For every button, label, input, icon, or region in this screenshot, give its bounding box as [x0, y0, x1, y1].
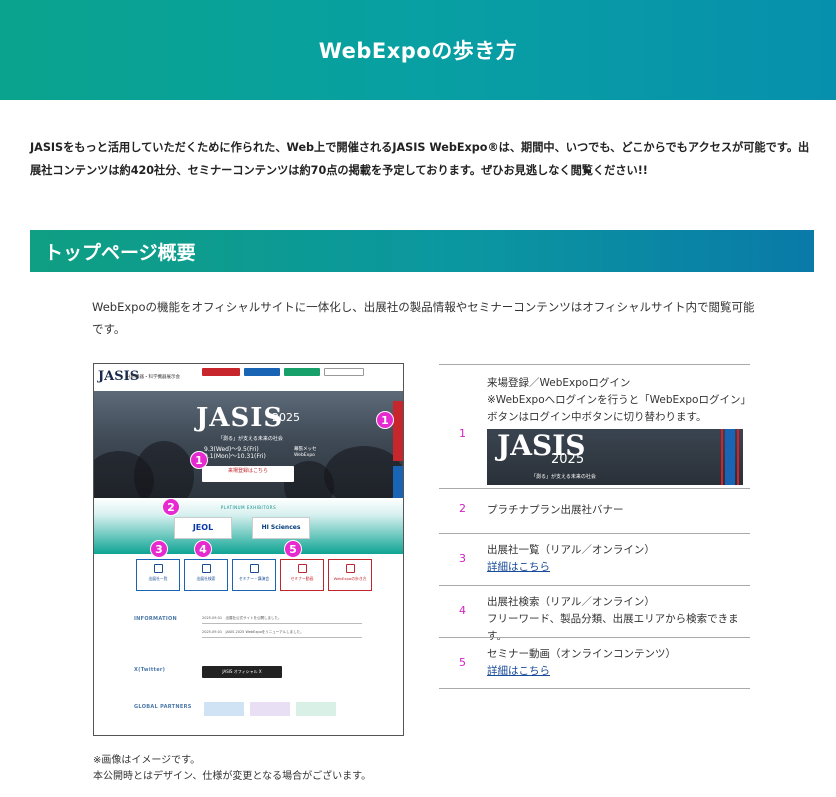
mock-card-seminar-video: セミナー動画 [280, 559, 324, 591]
section-title: トップページ概要 [44, 241, 196, 264]
mock-event-date: 9.3(Wed)〜9.5(Fri) 9.1(Mon)〜10.31(Fri) [204, 446, 266, 460]
mock-exhibitor-logo: JEOL [174, 517, 232, 539]
legend-item: 5 セミナー動画（オンラインコンテンツ） 詳細はこちら [439, 637, 750, 689]
mock-header: JASIS 分析機器・科学機器展示会 [94, 364, 403, 391]
mock-header-button [324, 368, 364, 376]
legend-text: ボタンはログイン中ボタンに切り替わります。 [487, 411, 707, 423]
legend-number: 1 [459, 427, 466, 440]
mock-info-row: 2025.09.01 JASIS 2025 WebExpoをリニューアルしました… [202, 630, 362, 638]
callout-badge: 5 [284, 540, 302, 558]
callout-badge: 1 [376, 411, 394, 429]
legend-number: 4 [459, 604, 466, 617]
legend-number: 3 [459, 552, 466, 565]
mock-header-button [284, 368, 320, 376]
image-note: ※画像はイメージです。 本公開時とはデザイン、仕様が変更となる場合がございます。 [93, 755, 372, 782]
legend-number: 2 [459, 502, 466, 515]
mock-platinum-label: PLATINUM EXHIBITORS [220, 505, 277, 510]
mock-event-subtitle: 「測る」が支える未来の社会 [218, 436, 283, 442]
callout-badge: 3 [150, 540, 168, 558]
legend-text: セミナー動画（オンラインコンテンツ） [487, 648, 676, 660]
mock-header-button [202, 368, 240, 376]
section-header: トップページ概要 [30, 230, 814, 272]
legend-text: 出展社一覧（リアル／オンライン） [487, 544, 655, 556]
legend-item: 1 来場登録／WebExpoログイン ※WebExpoへログインを行うと「Web… [439, 364, 751, 488]
mock-side-tab [393, 466, 403, 498]
login-button-image: JASIS 2025 「測る」が支える未来の社会 [487, 429, 743, 485]
mock-event-venue: 幕張メッセ WebExpo [294, 447, 317, 458]
mock-nav [194, 380, 402, 387]
callout-badge: 4 [194, 540, 212, 558]
legend-number: 5 [459, 656, 466, 669]
legend-item: 3 出展社一覧（リアル／オンライン） 詳細はこちら [439, 533, 750, 585]
legend-item: 2 プラチナプラン出展社バナー [439, 488, 750, 533]
mock-partners-heading: GLOBAL PARTNERS [134, 704, 192, 710]
mock-card-webexpo-guide: WebExpoの歩き方 [328, 559, 372, 591]
legend-text: ※WebExpoへログインを行うと「WebExpoログイン」 [487, 394, 751, 406]
highlight-frame [721, 429, 739, 485]
mock-exhibitor-logo: HI Sciences [252, 517, 310, 539]
intro-text: JASISをもっと活用していただくために作られた、Web上で開催されるJASIS… [30, 141, 810, 177]
mock-x-button: JASIS オフィシャル X [202, 666, 282, 678]
callout-legend: 1 来場登録／WebExpoログイン ※WebExpoへログインを行うと「Web… [439, 364, 751, 689]
legend-item: 4 出展社検索（リアル／オンライン） フリーワード、製品分類、出展エリアから検索… [439, 585, 750, 642]
mock-event-year: 2025 [272, 411, 300, 424]
legend-text: 来場登録／WebExpoログイン [487, 377, 631, 389]
mock-platinum-area: PLATINUM EXHIBITORS JEOL HI Sciences [94, 498, 403, 554]
mock-hero: JASIS 2025 「測る」が支える未来の社会 9.3(Wed)〜9.5(Fr… [94, 391, 403, 498]
mock-login-tab [393, 401, 403, 461]
mock-card-exhibitor-list: 出展社一覧 [136, 559, 180, 591]
callout-badge: 2 [162, 498, 180, 516]
legend-text: プラチナプラン出展社バナー [487, 504, 624, 516]
mock-header-button [244, 368, 280, 376]
mock-partner-logo [296, 702, 336, 716]
mock-card-seminar: セミナー・講演会 [232, 559, 276, 591]
page-title: WebExpoの歩き方 [318, 39, 518, 63]
mock-event-title: JASIS [196, 403, 284, 433]
detail-link-seminar-video[interactable]: 詳細はこちら [487, 665, 550, 677]
mock-menu-cards: 出展社一覧 出展社検索 セミナー・講演会 セミナー動画 WebExpoの歩き方 [94, 554, 403, 600]
mock-card-exhibitor-search: 出展社検索 [184, 559, 228, 591]
mock-partner-logo [250, 702, 290, 716]
callout-badge: 1 [190, 451, 208, 469]
top-page-screenshot: JASIS 分析機器・科学機器展示会 JASIS 2025 「測る」が支える未来… [93, 363, 404, 736]
mock-information-heading: INFORMATION [134, 616, 178, 622]
mock-x-heading: X(Twitter) [134, 667, 166, 673]
mock-org-name: 分析機器・科学機器展示会 [126, 375, 180, 380]
mock-partner-logo [204, 702, 244, 716]
legend-text: 出展社検索（リアル／オンライン） [487, 596, 655, 608]
detail-link-exhibitor-list[interactable]: 詳細はこちら [487, 561, 550, 573]
hero-banner: WebExpoの歩き方 [0, 0, 836, 100]
mock-info-row: 2025.09.01 出展社公式サイトを公開しました。 [202, 616, 362, 624]
mock-register-button: 来場登録はこちら [202, 466, 294, 482]
section-lead: WebExpoの機能をオフィシャルサイトに一体化し、出展社の製品情報やセミナーコ… [92, 300, 755, 336]
